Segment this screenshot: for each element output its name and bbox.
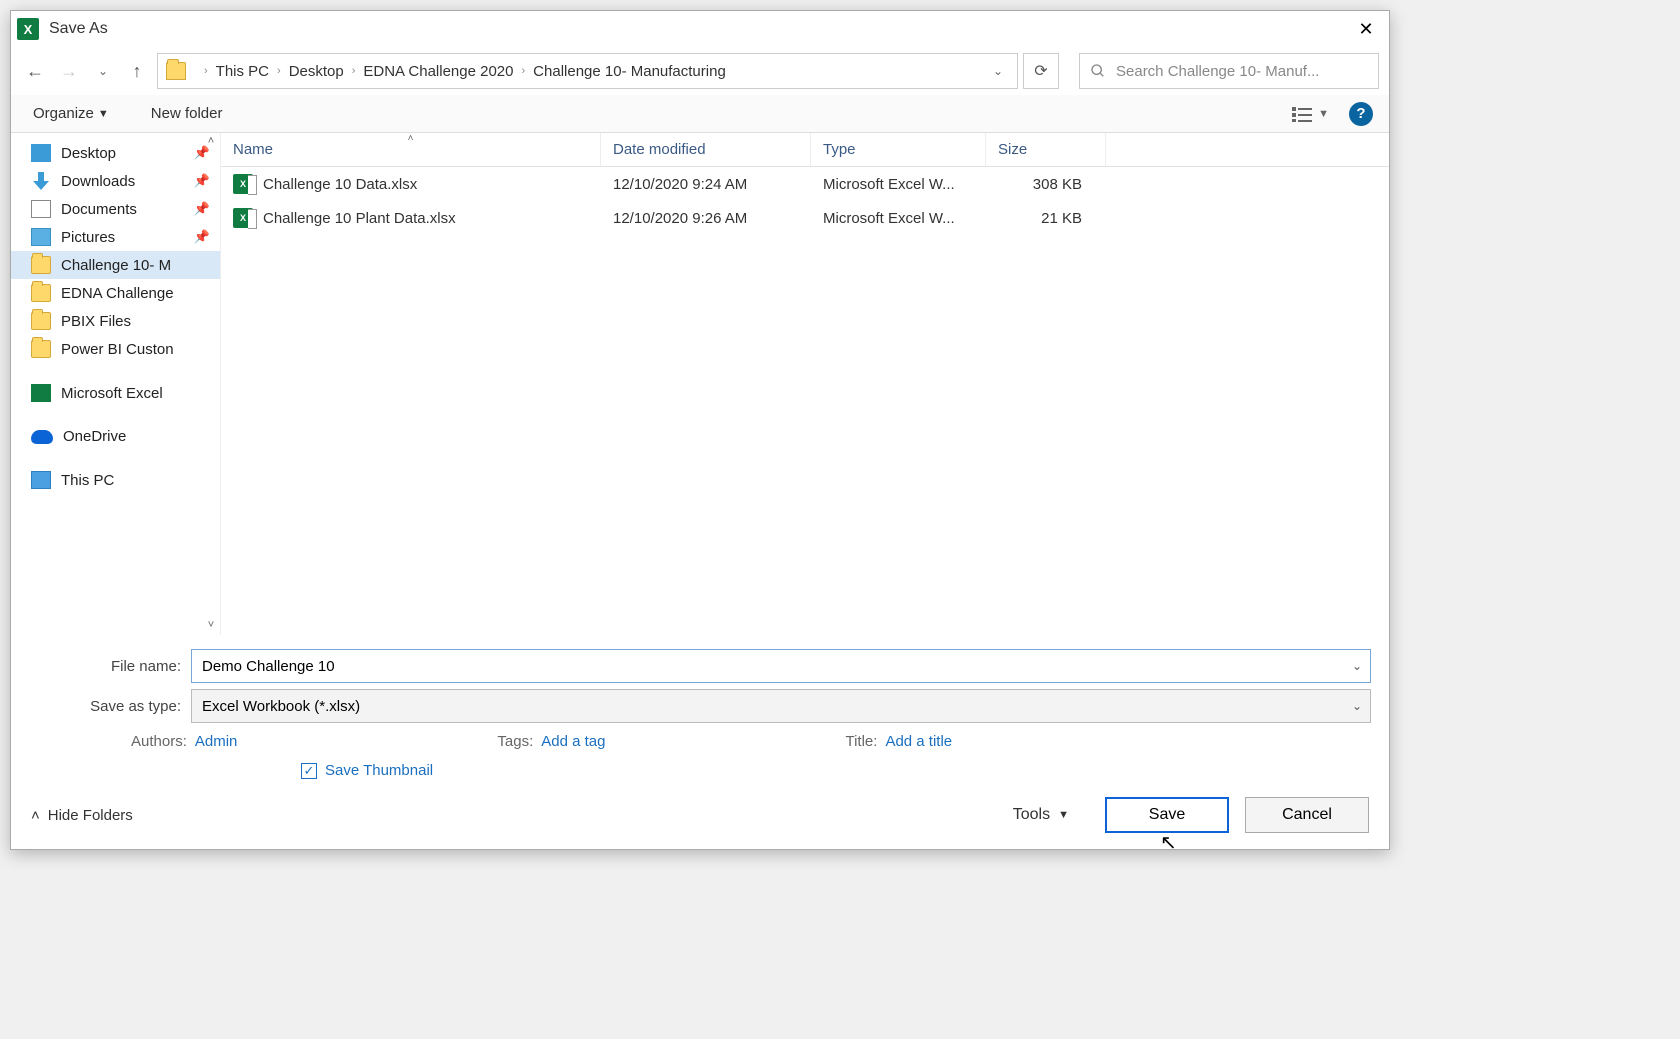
save-thumbnail-checkbox[interactable]: ✓ [301, 763, 317, 779]
titlebar: X Save As ✕ [11, 11, 1389, 47]
forward-button: → [55, 57, 83, 85]
downloads-icon [31, 172, 51, 190]
xlsx-file-icon: X [233, 174, 253, 194]
filename-input[interactable]: Demo Challenge 10⌄ [191, 649, 1371, 683]
title-value[interactable]: Add a title [885, 733, 952, 750]
excel-icon [31, 384, 51, 402]
save-button[interactable]: Save [1105, 797, 1229, 833]
chevron-right-icon: › [277, 65, 281, 77]
title-label: Title: [845, 733, 877, 750]
sidebar-item-powerbi[interactable]: Power BI Custon [11, 335, 220, 363]
column-size[interactable]: Size [986, 133, 1106, 166]
authors-value[interactable]: Admin [195, 733, 238, 750]
pin-icon: 📌 [194, 173, 210, 189]
sidebar-item-pictures[interactable]: Pictures📌 [11, 223, 220, 251]
search-icon [1090, 63, 1106, 79]
chevron-right-icon: › [522, 65, 526, 77]
address-bar[interactable]: › This PC › Desktop › EDNA Challenge 202… [157, 53, 1018, 89]
excel-app-icon: X [17, 18, 39, 40]
onedrive-icon [31, 430, 53, 444]
toolbar: Organize▼ New folder ▼ ? [11, 95, 1389, 133]
documents-icon [31, 200, 51, 218]
sidebar-item-desktop[interactable]: Desktop📌 [11, 139, 220, 167]
breadcrumb-desktop[interactable]: Desktop [289, 63, 344, 80]
tags-value[interactable]: Add a tag [541, 733, 605, 750]
scroll-up-icon[interactable]: ˄ [204, 135, 218, 149]
filename-label: File name: [71, 658, 191, 675]
address-dropdown[interactable]: ⌄ [987, 64, 1009, 78]
folder-icon [31, 256, 51, 274]
sidebar-item-pbix[interactable]: PBIX Files [11, 307, 220, 335]
recent-locations-button[interactable]: ⌄ [89, 57, 117, 85]
breadcrumb-this-pc[interactable]: This PC [216, 63, 269, 80]
file-row[interactable]: XChallenge 10 Data.xlsx 12/10/2020 9:24 … [221, 167, 1389, 201]
column-name[interactable]: ˄Name [221, 133, 601, 166]
chevron-up-icon: ˄ [31, 807, 40, 824]
breadcrumb-challenge10[interactable]: Challenge 10- Manufacturing [533, 63, 726, 80]
search-input[interactable]: Search Challenge 10- Manuf... [1079, 53, 1379, 89]
view-options-button[interactable]: ▼ [1288, 102, 1333, 126]
sidebar: ˄ Desktop📌 Downloads📌 Documents📌 Picture… [11, 133, 221, 635]
details-view-icon [1292, 106, 1312, 122]
chevron-down-icon[interactable]: ⌄ [1352, 659, 1362, 673]
sort-asc-icon: ˄ [408, 133, 414, 144]
folder-icon [31, 340, 51, 358]
column-date[interactable]: Date modified [601, 133, 811, 166]
chevron-right-icon: › [204, 65, 208, 77]
file-list: XChallenge 10 Data.xlsx 12/10/2020 9:24 … [221, 167, 1389, 635]
cancel-button[interactable]: Cancel [1245, 797, 1369, 833]
desktop-icon [31, 144, 51, 162]
sidebar-item-documents[interactable]: Documents📌 [11, 195, 220, 223]
sidebar-item-thispc[interactable]: This PC [11, 466, 220, 494]
save-thumbnail-label[interactable]: Save Thumbnail [325, 762, 433, 779]
pictures-icon [31, 228, 51, 246]
back-button[interactable]: ← [21, 57, 49, 85]
sidebar-item-excel[interactable]: Microsoft Excel [11, 379, 220, 407]
column-type[interactable]: Type [811, 133, 986, 166]
new-folder-button[interactable]: New folder [145, 101, 229, 126]
chevron-right-icon: › [352, 65, 356, 77]
help-button[interactable]: ? [1349, 102, 1373, 126]
file-row[interactable]: XChallenge 10 Plant Data.xlsx 12/10/2020… [221, 201, 1389, 235]
savetype-select[interactable]: Excel Workbook (*.xlsx)⌄ [191, 689, 1371, 723]
close-icon[interactable]: ✕ [1343, 11, 1389, 47]
folder-icon [166, 62, 186, 80]
search-placeholder: Search Challenge 10- Manuf... [1116, 63, 1319, 80]
authors-label: Authors: [131, 733, 187, 750]
savetype-label: Save as type: [71, 698, 191, 715]
chevron-down-icon[interactable]: ⌄ [1352, 699, 1362, 713]
sidebar-item-edna[interactable]: EDNA Challenge [11, 279, 220, 307]
scroll-down-icon[interactable]: ˅ [204, 619, 218, 633]
sidebar-item-challenge10[interactable]: Challenge 10- M [11, 251, 220, 279]
refresh-button[interactable]: ⟳ [1023, 53, 1059, 89]
pin-icon: 📌 [194, 201, 210, 217]
chevron-down-icon: ▼ [1318, 108, 1329, 120]
pc-icon [31, 471, 51, 489]
save-as-dialog: X Save As ✕ ← → ⌄ ↑ › This PC › Desktop … [10, 10, 1390, 850]
breadcrumb-edna[interactable]: EDNA Challenge 2020 [363, 63, 513, 80]
footer: ˄Hide Folders Tools▼ Save Cancel [11, 783, 1389, 849]
hide-folders-button[interactable]: ˄Hide Folders [31, 807, 133, 824]
pin-icon: 📌 [194, 229, 210, 245]
tools-button[interactable]: Tools▼ [1013, 806, 1069, 824]
folder-icon [31, 312, 51, 330]
column-headers: ˄Name Date modified Type Size [221, 133, 1389, 167]
organize-button[interactable]: Organize▼ [27, 101, 115, 126]
folder-icon [31, 284, 51, 302]
chevron-down-icon: ▼ [98, 108, 109, 120]
sidebar-item-onedrive[interactable]: OneDrive [11, 423, 220, 450]
sidebar-item-downloads[interactable]: Downloads📌 [11, 167, 220, 195]
up-button[interactable]: ↑ [123, 57, 151, 85]
tags-label: Tags: [497, 733, 533, 750]
dialog-title: Save As [49, 20, 108, 38]
nav-row: ← → ⌄ ↑ › This PC › Desktop › EDNA Chall… [11, 47, 1389, 95]
xlsx-file-icon: X [233, 208, 253, 228]
fields-area: File name: Demo Challenge 10⌄ Save as ty… [11, 635, 1389, 783]
chevron-down-icon: ▼ [1058, 809, 1069, 821]
file-pane: ˄Name Date modified Type Size XChallenge… [221, 133, 1389, 635]
